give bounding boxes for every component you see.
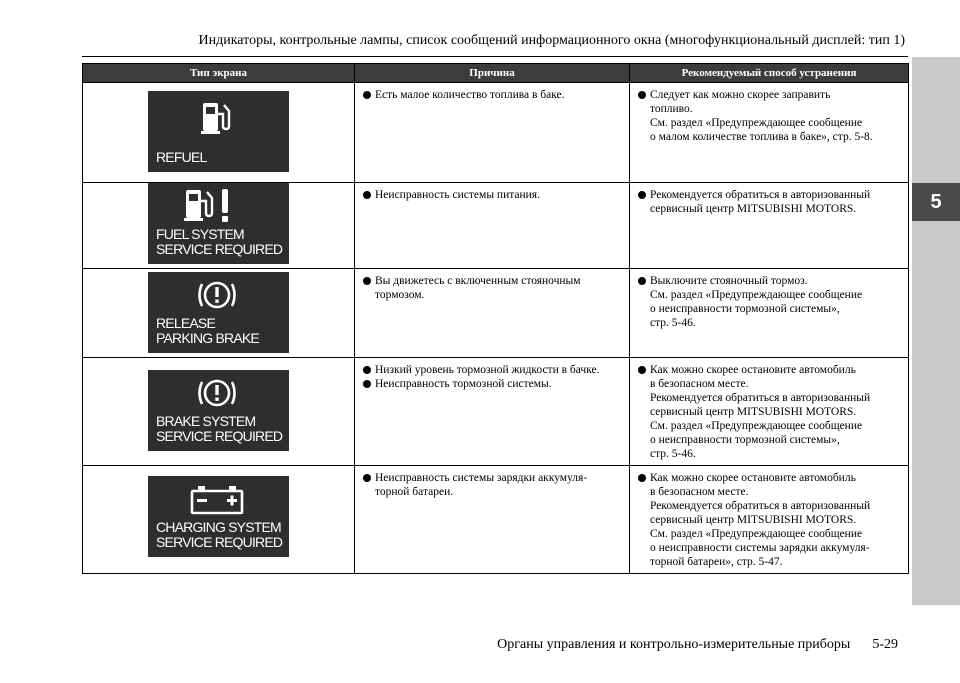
remedy-cell: Как можно скорее остановите автомобиль в… [629, 465, 909, 574]
screen-text: CHARGING SYSTEM SERVICE REQUIRED [156, 519, 283, 550]
bullet-icon [363, 277, 371, 285]
bullet-icon [363, 191, 371, 199]
cause-item: Неисправность системы питания. [363, 188, 623, 202]
cause-item: Есть малое количество топлива в баке. [363, 88, 623, 102]
cause-cell: Вы движетесь с включенным стояночным тор… [354, 268, 630, 358]
table-row: RELEASE PARKING BRAKE Вы движетесь с вкл… [82, 268, 909, 358]
remedy-item: Как можно скорее остановите автомобиль в… [638, 363, 902, 461]
cause-cell: Неисправность системы питания. [354, 182, 630, 269]
cause-item: Неисправность системы зарядки аккумуля- … [363, 471, 623, 499]
fuel-pump-exclamation-icon [184, 189, 228, 222]
header-rule [82, 56, 908, 57]
page-number: 5-29 [872, 637, 898, 652]
fuel-pump-icon [201, 103, 231, 134]
bullet-icon [638, 277, 646, 285]
display-screen: RELEASE PARKING BRAKE [148, 272, 289, 353]
screen-cell: FUEL SYSTEM SERVICE REQUIRED [82, 182, 355, 269]
footer-section-title: Органы управления и контрольно-измерител… [497, 637, 851, 652]
table-row: FUEL SYSTEM SERVICE REQUIRED Неисправнос… [82, 182, 909, 269]
screen-line: REFUEL [156, 149, 207, 165]
cause-item: Неисправность тормозной системы. [363, 377, 623, 391]
table-row: CHARGING SYSTEM SERVICE REQUIRED Неиспра… [82, 465, 909, 574]
cause-item: Вы движетесь с включенным стояночным тор… [363, 274, 623, 302]
page-footer: Органы управления и контрольно-измерител… [300, 637, 898, 653]
cause-cell: Есть малое количество топлива в баке. [354, 82, 630, 183]
remedy-cell: Как можно скорее остановите автомобиль в… [629, 357, 909, 466]
remedy-cell: Следует как можно скорее заправить топли… [629, 82, 909, 183]
remedy-item: Следует как можно скорее заправить топли… [638, 88, 902, 144]
display-screen: FUEL SYSTEM SERVICE REQUIRED [148, 183, 289, 264]
remedy-item: Выключите стояночный тормоз. См. раздел … [638, 274, 902, 330]
battery-icon [190, 486, 244, 515]
table-row: REFUEL Есть малое количество топлива в б… [82, 82, 909, 183]
chapter-side-tab [912, 57, 960, 605]
screen-cell: BRAKE SYSTEM SERVICE REQUIRED [82, 357, 355, 466]
bullet-icon [363, 91, 371, 99]
remedy-item: Рекомендуется обратиться в авторизованны… [638, 188, 902, 216]
remedy-item: Как можно скорее остановите автомобиль в… [638, 471, 902, 569]
display-screen: REFUEL [148, 91, 289, 172]
brake-warning-icon [198, 379, 236, 407]
brake-warning-icon [198, 281, 236, 309]
col-header-screen: Тип экрана [82, 63, 355, 83]
screen-text: REFUEL [156, 149, 207, 165]
bullet-icon [638, 191, 646, 199]
bullet-icon [363, 474, 371, 482]
remedy-cell: Рекомендуется обратиться в авторизованны… [629, 182, 909, 269]
col-header-remedy: Рекомендуемый способ устранения [629, 63, 909, 83]
table-header-row: Тип экрана Причина Рекомендуемый способ … [82, 63, 909, 83]
chapter-number: 5 [912, 183, 960, 221]
bullet-icon [638, 474, 646, 482]
table-row: BRAKE SYSTEM SERVICE REQUIRED Низкий уро… [82, 357, 909, 466]
screen-cell: RELEASE PARKING BRAKE [82, 268, 355, 358]
page-header: Индикаторы, контрольные лампы, список со… [198, 33, 905, 48]
display-screen: BRAKE SYSTEM SERVICE REQUIRED [148, 370, 289, 451]
bullet-icon [638, 366, 646, 374]
cause-item: Низкий уровень тормозной жидкости в бачк… [363, 363, 623, 377]
screen-text: BRAKE SYSTEM SERVICE REQUIRED [156, 413, 283, 444]
screen-text: FUEL SYSTEM SERVICE REQUIRED [156, 226, 283, 257]
message-table: Тип экрана Причина Рекомендуемый способ … [82, 63, 909, 574]
cause-cell: Низкий уровень тормозной жидкости в бачк… [354, 357, 630, 466]
remedy-cell: Выключите стояночный тормоз. См. раздел … [629, 268, 909, 358]
col-header-cause: Причина [354, 63, 630, 83]
bullet-icon [363, 366, 371, 374]
bullet-icon [638, 91, 646, 99]
bullet-icon [363, 380, 371, 388]
screen-cell: CHARGING SYSTEM SERVICE REQUIRED [82, 465, 355, 574]
screen-cell: REFUEL [82, 82, 355, 183]
screen-text: RELEASE PARKING BRAKE [156, 315, 260, 346]
display-screen: CHARGING SYSTEM SERVICE REQUIRED [148, 476, 289, 557]
cause-cell: Неисправность системы зарядки аккумуля- … [354, 465, 630, 574]
